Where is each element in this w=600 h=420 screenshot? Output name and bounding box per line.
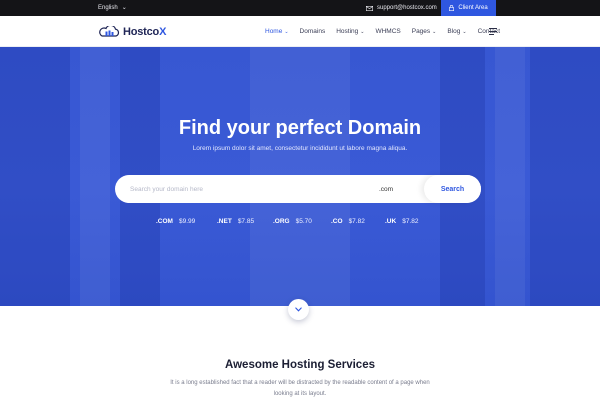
menu-icon[interactable] [489, 28, 497, 35]
chevron-down-icon: ⌄ [121, 4, 127, 11]
nav-item-blog[interactable]: Blog ⌄ [447, 28, 466, 35]
brand-name-accent: X [159, 26, 167, 38]
server-rack-decor [0, 47, 70, 306]
domain-price-item: .CO $7.82 [331, 218, 365, 225]
domain-price: $7.82 [402, 218, 419, 225]
nav-item-label: Pages [411, 28, 431, 35]
domain-price-item: .COM $9.99 [156, 218, 195, 225]
hero-title: Find your perfect Domain [178, 117, 422, 139]
nav-menu: Home ⌄ Domains Hosting ⌄ WHMCS Pages ⌄ B… [265, 16, 500, 47]
domain-price-item: .NET $7.85 [217, 218, 254, 225]
nav-item-label: Hosting [336, 28, 359, 35]
domain-search-bar: .com Search [115, 175, 481, 203]
language-selector[interactable]: English ⌄ [98, 0, 127, 16]
brand-name-main: Hostco [123, 26, 160, 38]
nav-item-hosting[interactable]: Hosting ⌄ [336, 28, 364, 35]
hero-banner: Find your perfect Domain Lorem ipsum dol… [0, 47, 600, 306]
scroll-down-button[interactable] [288, 299, 309, 320]
domain-tld: .NET [217, 218, 232, 225]
domain-price-list: .COM $9.99 .NET $7.85 .ORG $5.70 .CO $7.… [0, 218, 600, 232]
section-title: Awesome Hosting Services [225, 359, 375, 371]
nav-item-label: Domains [299, 28, 326, 35]
domain-price-item: .UK $7.82 [385, 218, 418, 225]
domain-price: $9.99 [178, 218, 196, 225]
nav-item-home[interactable]: Home ⌄ [265, 28, 289, 35]
client-area-button[interactable]: Client Area [441, 0, 496, 16]
domain-tld: .CO [331, 218, 343, 225]
domain-price-item: .ORG $5.70 [273, 218, 312, 225]
envelope-icon [366, 5, 373, 11]
chevron-down-icon: ⌄ [284, 28, 289, 35]
nav-item-pages[interactable]: Pages ⌄ [412, 28, 437, 35]
nav-item-whmcs[interactable]: WHMCS [375, 28, 400, 35]
nav-item-label: WHMCS [375, 28, 401, 35]
server-rack-decor [80, 47, 110, 306]
nav-item-label: Home [265, 28, 283, 35]
main-navbar: HostcoX Home ⌄ Domains Hosting ⌄ WHMCS P… [0, 16, 600, 47]
chevron-down-icon: ⌄ [462, 28, 467, 35]
search-button[interactable]: Search [424, 175, 481, 203]
server-rack-decor [495, 47, 525, 306]
support-email-text: support@hostcox.com [377, 5, 437, 11]
nav-item-domains[interactable]: Domains [300, 28, 326, 35]
brand-logo[interactable]: HostcoX [98, 23, 166, 41]
domain-search-input[interactable] [130, 181, 370, 197]
tld-select[interactable]: .com [379, 175, 393, 203]
nav-item-label: Blog [447, 28, 461, 35]
chevron-down-icon [295, 307, 302, 312]
cloud-server-icon [99, 26, 120, 37]
domain-price: $7.82 [348, 218, 365, 225]
client-area-label: Client Area [458, 5, 488, 11]
chevron-down-icon: ⌄ [432, 28, 437, 35]
support-email[interactable]: support@hostcox.com [366, 0, 437, 16]
domain-tld: .ORG [273, 218, 290, 225]
domain-price: $5.70 [295, 218, 312, 225]
server-rack-decor [530, 47, 600, 306]
chevron-down-icon: ⌄ [360, 28, 365, 35]
domain-price: $7.85 [237, 218, 255, 225]
domain-tld: .COM [156, 218, 173, 225]
domain-tld: .UK [385, 218, 397, 225]
lock-icon [449, 5, 455, 11]
language-label: English [98, 5, 118, 11]
section-description: It is a long established fact that a rea… [170, 380, 430, 397]
top-bar: English ⌄ support@hostcox.com Client Are… [0, 0, 600, 16]
brand-name: HostcoX [123, 26, 166, 38]
hero-subtitle: Lorem ipsum dolor sit amet, consectetur … [192, 145, 408, 152]
